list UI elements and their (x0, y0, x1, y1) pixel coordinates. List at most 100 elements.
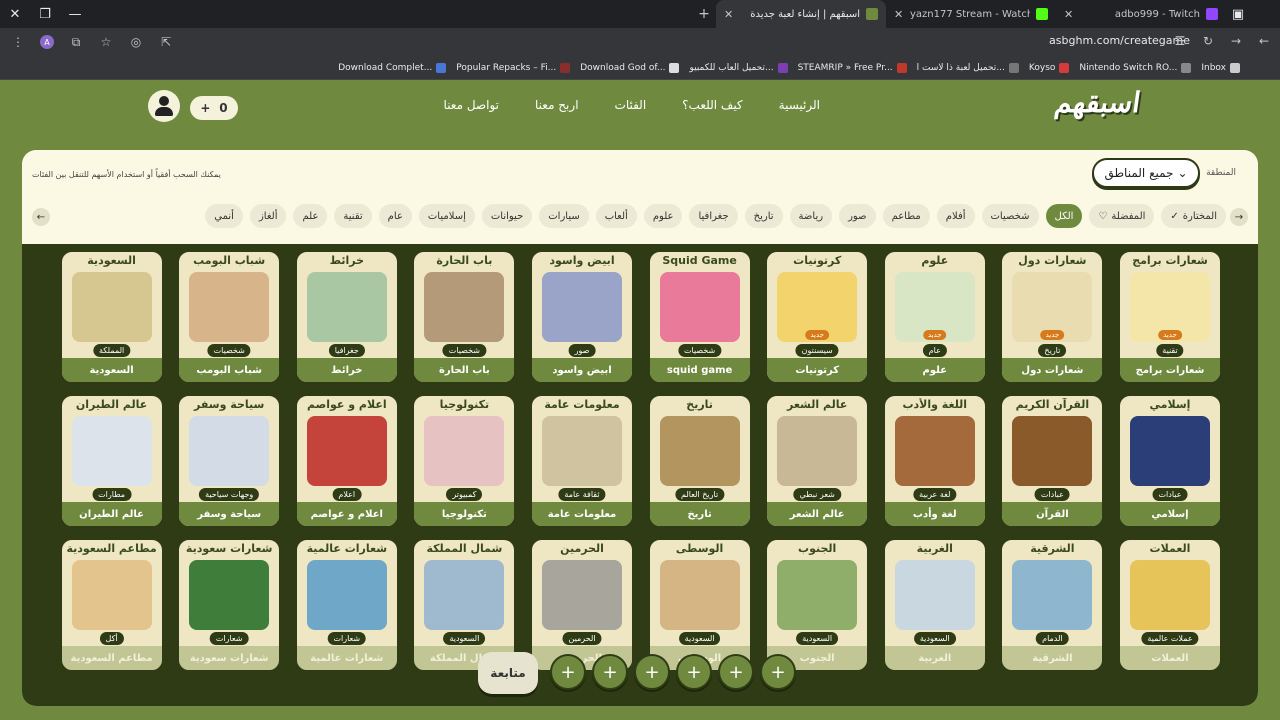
close-tab-icon[interactable]: ✕ (724, 8, 733, 21)
category-card[interactable]: السعودية المملكة السعودية (59, 250, 164, 384)
coins-button[interactable]: + 0 (190, 96, 238, 120)
bookmark-star-icon[interactable]: ☆ (98, 35, 114, 49)
category-card[interactable]: الغربية السعودية الغربية (882, 538, 987, 672)
tab-kick-yazn[interactable]: ✕ yazn177 Stream - Watch Live on (886, 0, 1056, 28)
forward-icon[interactable]: → (1228, 34, 1244, 48)
category-card[interactable]: الوسطىالسعوديةالوسطى (647, 538, 752, 672)
add-category-slot[interactable]: + (718, 654, 754, 690)
add-category-slot[interactable]: + (592, 654, 628, 690)
bookmark-item[interactable]: تحميل لعبة ذا لاست ا... (917, 62, 1019, 73)
new-tab-button[interactable]: + (692, 0, 716, 28)
filter-chip[interactable]: أنمي (205, 204, 243, 228)
add-category-slot[interactable]: + (676, 654, 712, 690)
category-card[interactable]: معلومات عامة ثقافة عامة معلومات عامة (530, 394, 634, 528)
site-info-icon[interactable]: ☰ (1172, 34, 1188, 48)
category-card[interactable]: كرتونيات جديد سيسنتون كرتونيات (765, 250, 870, 384)
add-category-slot[interactable]: + (634, 654, 670, 690)
category-card[interactable]: تاريخ تاريخ العالم تاريخ (647, 394, 752, 528)
filter-chip[interactable]: تاريخ (744, 204, 783, 228)
category-card[interactable]: شعارات عالمية شعارات شعارات عالمية (294, 538, 399, 672)
nav-categories[interactable]: الفئات (615, 98, 647, 112)
back-icon[interactable]: ← (1256, 34, 1272, 48)
filter-chip[interactable]: شخصيات (981, 204, 1039, 228)
filter-chip[interactable]: سيارات (539, 204, 589, 228)
filter-chip[interactable]: ألغاز (249, 204, 287, 228)
filter-chip[interactable]: ألعاب (595, 204, 637, 228)
bookmark-item[interactable]: تحميل العاب للكمبيو... (689, 62, 788, 73)
bookmark-item[interactable]: Download Complet... (338, 62, 447, 73)
filter-chip[interactable]: الكل (1045, 204, 1083, 228)
filter-chip[interactable]: عام (378, 204, 412, 228)
category-card[interactable]: اعلام و عواصم اعلام اعلام و عواصم (294, 394, 399, 528)
card-image (1012, 416, 1093, 486)
tab-search-icon[interactable]: ▣ (1226, 0, 1250, 28)
region-select[interactable]: جميع المناطق ⌄ (1092, 158, 1200, 188)
category-card[interactable]: خرائط جغرافيا خرائط (294, 250, 399, 384)
add-category-slot[interactable]: + (550, 654, 586, 690)
category-card[interactable]: إسلامي عبادات إسلامي (1118, 394, 1222, 528)
nav-earn[interactable]: اربح معنا (535, 98, 579, 112)
bookmark-item[interactable]: Koyso (1029, 62, 1070, 73)
close-window-icon[interactable]: ✕ (0, 0, 30, 28)
category-card[interactable]: سياحة وسفر وجهات سياحية سياحة وسفر (177, 394, 282, 528)
bookmark-item[interactable]: Inbox (1201, 62, 1240, 73)
category-card[interactable]: شعارات دول جديد تاريخ شعارات دول (1000, 250, 1105, 384)
filter-chip[interactable]: ♡ المفضلة (1089, 204, 1155, 228)
category-card[interactable]: العملات عملات عالمية العملات (1118, 538, 1222, 672)
close-tab-icon[interactable]: ✕ (894, 8, 903, 21)
category-card[interactable]: اللغة والأدب لغة عربية لغة وأدب (882, 394, 987, 528)
filter-chip[interactable]: علم (293, 204, 328, 228)
bookmark-item[interactable]: Download God of... (580, 62, 680, 73)
category-card[interactable]: القرآن الكريم عبادات القرآن (1000, 394, 1105, 528)
filter-chip[interactable]: علوم (643, 204, 683, 228)
add-category-slot[interactable]: + (760, 654, 796, 690)
nav-home[interactable]: الرئيسية (779, 98, 820, 112)
filter-chip[interactable]: صور (839, 204, 876, 228)
lens-icon[interactable]: ◎ (128, 35, 144, 49)
category-card[interactable]: الحرمين الحرمين الحرمين (530, 538, 634, 672)
tab-twitch-adbo[interactable]: ✕ adbo999 - Twitch (1056, 0, 1226, 28)
tab-asbghm[interactable]: ✕ اسبقهم | إنشاء لعبة جديدة (716, 0, 886, 28)
menu-dots-icon[interactable]: ⋮ (10, 35, 26, 49)
bookmark-item[interactable]: STEAMRIP » Free Pr... (798, 62, 907, 73)
category-card[interactable]: عالم الطيران مطارات عالم الطيران (59, 394, 164, 528)
filter-chip[interactable]: تقنية (334, 204, 372, 228)
filter-chip[interactable]: إسلاميات (418, 204, 475, 228)
card-title: سياحة وسفر (179, 502, 280, 526)
reload-icon[interactable]: ↻ (1200, 34, 1216, 48)
category-card[interactable]: باب الحارة شخصيات باب الحارة (412, 250, 517, 384)
continue-button[interactable]: متابعة (478, 652, 538, 694)
nav-contact[interactable]: تواصل معنا (444, 98, 499, 112)
category-card[interactable]: علوم جديد عام علوم (882, 250, 987, 384)
category-card[interactable]: شعارات سعودية شعارات شعارات سعودية (177, 538, 282, 672)
filter-prev-arrow-icon[interactable]: ← (32, 208, 50, 226)
category-card[interactable]: عالم الشعر شعر نبطي عالم الشعر (765, 394, 870, 528)
category-card[interactable]: الشرقية الدمام الشرقية (1000, 538, 1105, 672)
bookmark-item[interactable]: Nintendo Switch RO... (1079, 62, 1192, 73)
category-card[interactable]: ابيض واسود صور ابيض واسود (530, 250, 634, 384)
install-app-icon[interactable]: ⇱ (158, 35, 174, 49)
extensions-icon[interactable]: ⧉ (68, 35, 84, 50)
category-card[interactable]: الجنوب السعودية الجنوب (765, 538, 870, 672)
category-card[interactable]: تكنولوجيا كمبيوتر تكنولوجيا (412, 394, 517, 528)
filter-next-arrow-icon[interactable]: → (1230, 208, 1248, 226)
minimize-window-icon[interactable]: — (60, 0, 90, 28)
bookmark-item[interactable]: Popular Repacks – Fi... (456, 62, 571, 73)
site-logo[interactable]: اسبقهم (1052, 86, 1142, 119)
filter-chip[interactable]: حيوانات (481, 204, 533, 228)
filter-chip[interactable]: مطاعم (882, 204, 930, 228)
url-field[interactable]: asbghm.com/creategame (1049, 34, 1190, 47)
nav-how-to-play[interactable]: كيف اللعب؟ (682, 98, 742, 112)
filter-chip[interactable]: أفلام (936, 204, 975, 228)
user-avatar-icon[interactable] (148, 90, 180, 122)
maximize-window-icon[interactable]: ❐ (30, 0, 60, 28)
category-card[interactable]: Squid Game شخصيات squid game (647, 250, 752, 384)
category-card[interactable]: شباب البومب شخصيات شباب البومب (177, 250, 282, 384)
filter-chip[interactable]: ✓ المختارة (1161, 204, 1226, 228)
close-tab-icon[interactable]: ✕ (1064, 8, 1073, 21)
category-card[interactable]: شعارات برامج جديد تقنية شعارات برامج (1118, 250, 1222, 384)
category-card[interactable]: مطاعم السعودية أكل مطاعم السعودية (59, 538, 164, 672)
profile-avatar[interactable]: A (40, 35, 54, 49)
filter-chip[interactable]: رياضة (789, 204, 833, 228)
filter-chip[interactable]: جغرافيا (689, 204, 738, 228)
